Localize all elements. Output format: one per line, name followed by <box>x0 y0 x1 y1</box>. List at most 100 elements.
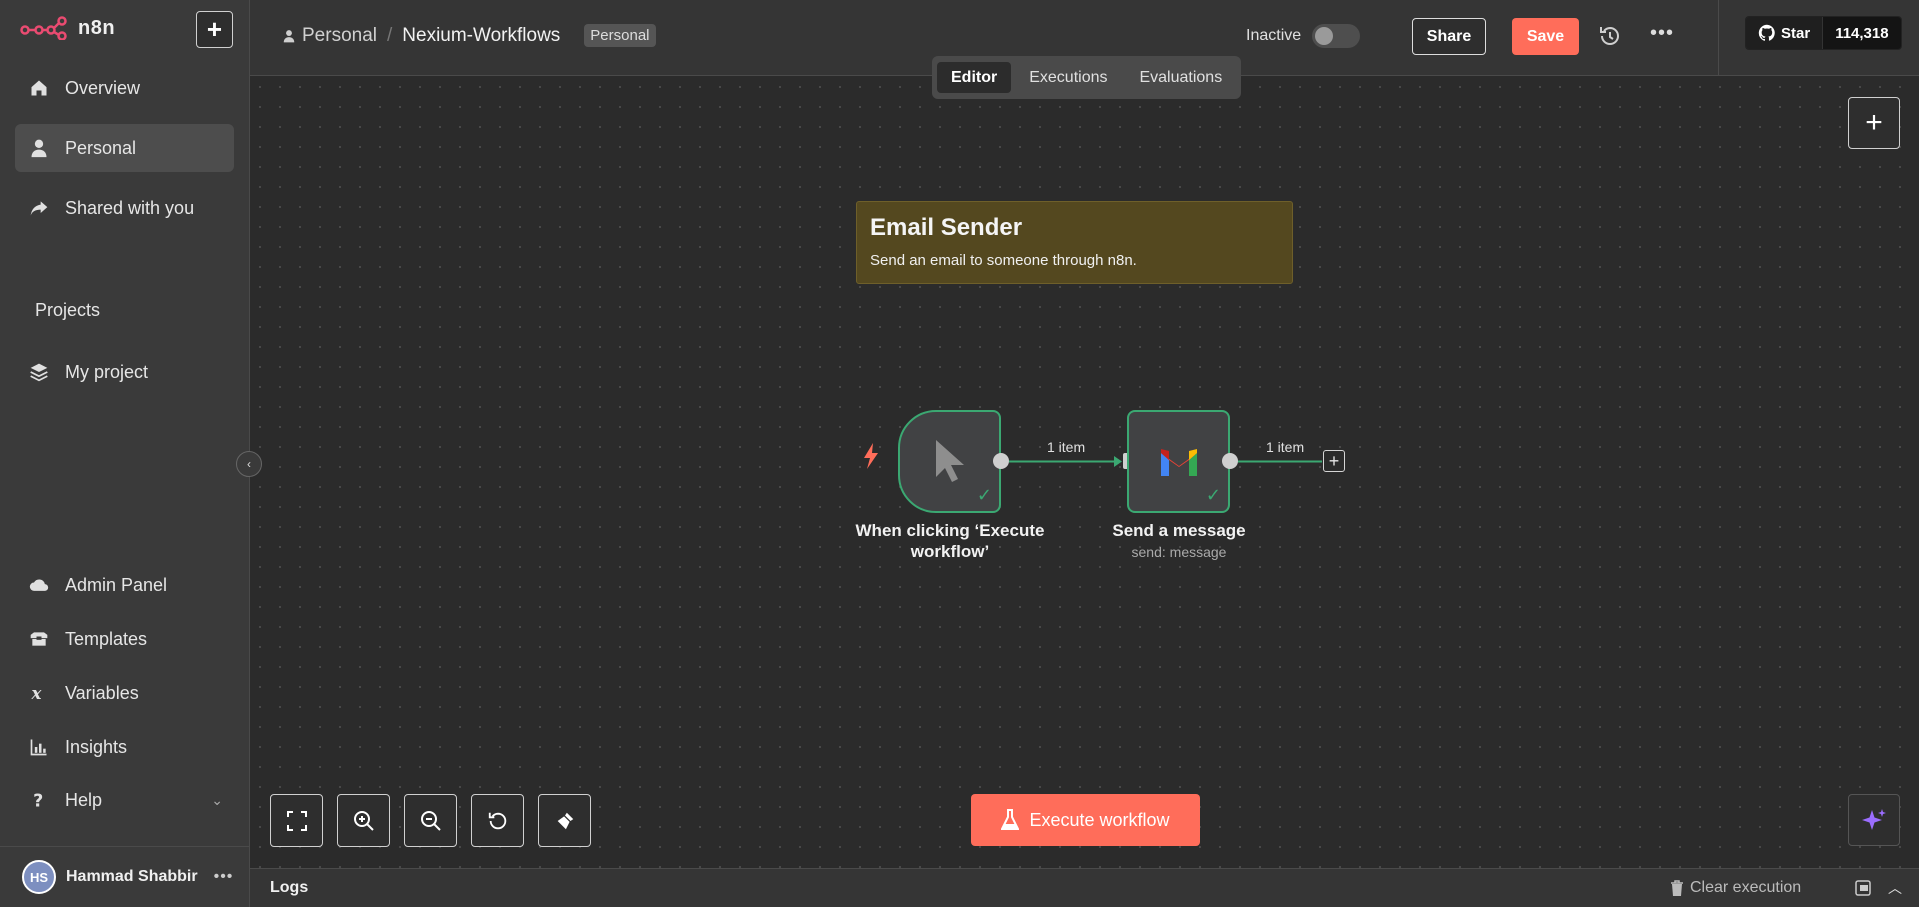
connections-layer <box>1009 456 1322 467</box>
save-button[interactable]: Save <box>1512 18 1579 55</box>
add-next-node-button[interactable]: + <box>1323 450 1345 472</box>
ai-assistant-button[interactable] <box>1848 794 1900 846</box>
share-button[interactable]: Share <box>1412 18 1486 55</box>
plus-icon: + <box>206 14 223 44</box>
toggle-knob <box>1315 27 1333 45</box>
logo-text: n8n <box>78 16 116 39</box>
sidebar-item-label: Templates <box>65 628 148 649</box>
clear-execution-button[interactable]: Clear execution <box>1670 879 1801 897</box>
sidebar-item-variables[interactable]: x Variables <box>15 669 234 717</box>
pop-out-icon[interactable] <box>1855 880 1871 896</box>
logs-panel[interactable]: Logs Clear execution ︿ <box>250 868 1919 907</box>
manual-trigger-node[interactable]: ✓ <box>898 410 1001 513</box>
github-icon <box>1758 24 1775 41</box>
tidy-up-button[interactable] <box>538 794 591 847</box>
more-options-button[interactable]: ••• <box>1650 22 1674 45</box>
lightning-icon <box>864 443 878 469</box>
breadcrumb: Personal / Nexium-Workflows Personal <box>282 24 656 47</box>
zoom-in-icon <box>353 810 374 831</box>
tab-evaluations[interactable]: Evaluations <box>1125 62 1236 93</box>
sidebar-item-shared[interactable]: Shared with you <box>15 184 234 232</box>
tab-editor[interactable]: Editor <box>937 62 1012 93</box>
sidebar-item-overview[interactable]: Overview <box>15 64 234 112</box>
active-status-label: Inactive <box>1246 27 1302 44</box>
node-label-line: When clicking ‘Execute <box>855 521 1045 540</box>
sidebar-item-label: Insights <box>65 736 128 757</box>
sidebar-item-label: Overview <box>65 77 141 98</box>
sparkle-icon <box>1862 809 1886 830</box>
sidebar: n8n + Overview Personal Shared with you … <box>0 0 250 907</box>
share-icon <box>30 201 48 216</box>
workflow-name[interactable]: Nexium-Workflows <box>402 25 560 47</box>
zoom-in-button[interactable] <box>337 794 390 847</box>
box-icon <box>30 632 48 646</box>
github-star-button[interactable]: Star 114,318 <box>1745 16 1902 50</box>
chart-icon <box>30 739 47 756</box>
question-icon: ? <box>33 792 43 810</box>
undo-icon <box>488 812 506 829</box>
sidebar-item-insights[interactable]: Insights <box>15 723 234 771</box>
node-subtitle: send: message <box>1131 544 1227 560</box>
zoom-out-icon <box>420 810 441 831</box>
plus-icon: + <box>1328 450 1340 471</box>
reset-zoom-button[interactable] <box>471 794 524 847</box>
success-check-icon: ✓ <box>976 485 992 505</box>
breadcrumb-separator: / <box>387 24 393 46</box>
create-new-button[interactable]: + <box>196 11 233 48</box>
user-name: Hammad Shabbir <box>66 868 198 885</box>
chevron-down-icon[interactable]: ⌄ <box>211 792 223 809</box>
sidebar-item-my-project[interactable]: My project <box>15 348 234 396</box>
sidebar-item-label: Admin Panel <box>65 574 168 595</box>
sidebar-item-admin-panel[interactable]: Admin Panel <box>15 561 234 609</box>
tab-executions[interactable]: Executions <box>1015 62 1121 93</box>
chevron-up-icon[interactable]: ︿ <box>1888 878 1902 898</box>
clear-execution-label: Clear execution <box>1690 879 1802 896</box>
cloud-icon <box>29 579 49 591</box>
breadcrumb-personal[interactable]: Personal <box>282 25 377 47</box>
output-handle[interactable] <box>993 453 1009 469</box>
sidebar-item-help[interactable]: ? Help <box>15 776 234 824</box>
sidebar-item-label: Variables <box>65 682 139 703</box>
success-check-icon: ✓ <box>1205 485 1221 505</box>
user-icon <box>283 29 295 42</box>
logo[interactable]: n8n <box>20 16 115 40</box>
cursor-icon <box>936 440 964 482</box>
gmail-icon <box>1161 449 1197 476</box>
github-star-count: 114,318 <box>1822 17 1901 49</box>
arrowhead-icon <box>1114 456 1122 467</box>
sidebar-item-templates[interactable]: Templates <box>15 615 234 663</box>
layers-icon <box>30 363 48 382</box>
user-menu-button[interactable]: ••• <box>214 868 234 886</box>
n8n-logo-icon <box>20 16 67 40</box>
execute-workflow-label: Execute workflow <box>1029 809 1170 830</box>
output-handle[interactable] <box>1222 453 1238 469</box>
sidebar-item-label: Shared with you <box>65 197 195 218</box>
node-label-line: workflow’ <box>910 542 990 561</box>
chevron-left-icon: ‹ <box>247 457 251 471</box>
edge-label: 1 item <box>1047 439 1086 455</box>
active-toggle[interactable] <box>1312 24 1360 48</box>
history-icon[interactable] <box>1598 24 1622 48</box>
github-star-label: Star <box>1781 24 1811 42</box>
fit-view-button[interactable] <box>270 794 323 847</box>
workflow-tag[interactable]: Personal <box>584 24 656 47</box>
execute-workflow-button[interactable]: Execute workflow <box>971 794 1200 846</box>
n8n-app: n8n + Overview Personal Shared with you … <box>0 0 1919 907</box>
sidebar-item-label: Personal <box>65 137 137 158</box>
zoom-out-button[interactable] <box>404 794 457 847</box>
sidebar-item-personal[interactable]: Personal <box>15 124 234 172</box>
view-tabs: Editor Executions Evaluations <box>932 56 1242 99</box>
gmail-node[interactable]: ✓ <box>1127 410 1230 513</box>
node-label: When clicking ‘Execute workflow’ <box>845 520 1055 562</box>
broom-icon <box>557 812 573 829</box>
avatar: HS <box>22 860 56 894</box>
collapse-sidebar-button[interactable]: ‹ <box>236 451 262 477</box>
sidebar-item-label: My project <box>65 361 149 382</box>
breadcrumb-personal-label: Personal <box>302 24 377 46</box>
fullscreen-icon <box>286 810 307 831</box>
user-profile[interactable]: HS Hammad Shabbir ••• <box>0 846 250 907</box>
user-icon <box>31 139 47 158</box>
workflow-canvas[interactable]: + Email Sender Send an email to someone … <box>250 77 1919 868</box>
github-star[interactable]: Star <box>1746 17 1823 49</box>
edge-label: 1 item <box>1266 439 1305 455</box>
